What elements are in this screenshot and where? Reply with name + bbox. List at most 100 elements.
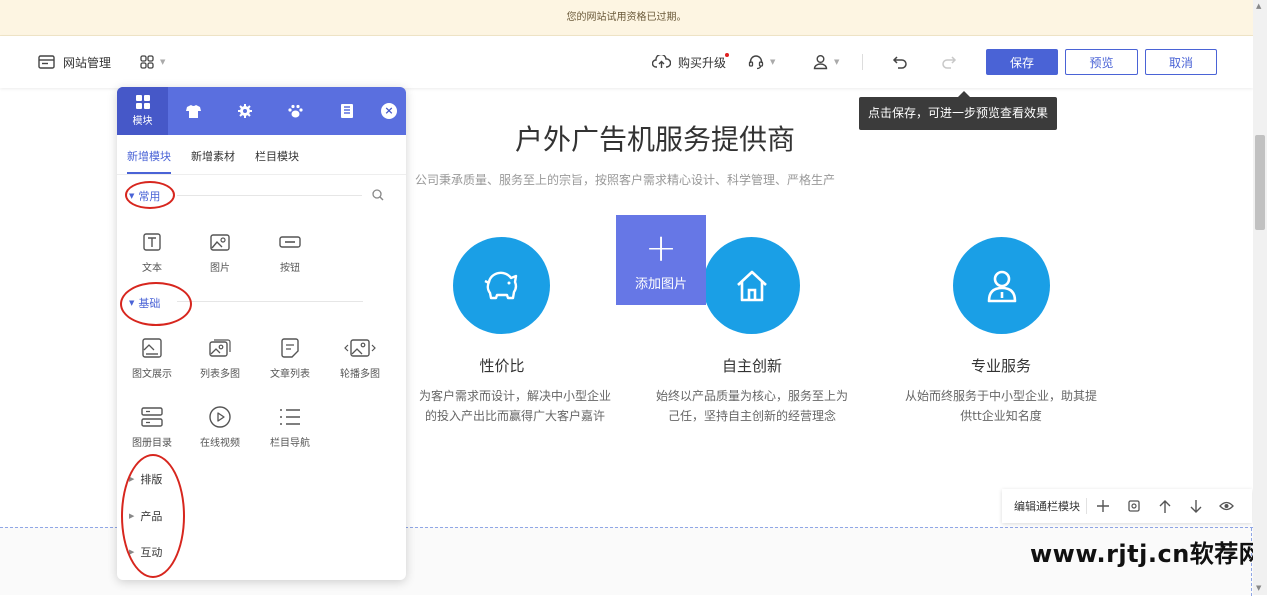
feature-desc-line: 己任，坚持自主创新的经营理念 xyxy=(667,409,836,423)
tab-pages[interactable] xyxy=(321,87,372,135)
feature-desc-1[interactable]: 为客户需求而设计，解决中小型企业 的投入产出比而赢得广大客户嘉许 xyxy=(400,386,630,426)
tool-text[interactable]: 文本 xyxy=(117,229,187,274)
feature-desc-line: 始终以产品质量为核心，服务至上为 xyxy=(655,389,848,403)
section-divider xyxy=(177,301,363,302)
move-down-button[interactable] xyxy=(1180,489,1211,523)
feature-desc-line: 的投入产出比而赢得广大客户嘉许 xyxy=(424,409,605,423)
home-icon xyxy=(736,270,767,301)
close-icon[interactable]: × xyxy=(381,103,397,119)
panel-subtabs: 新增模块 新增素材 栏目模块 xyxy=(117,135,406,175)
list-icon xyxy=(280,409,300,425)
headset-icon xyxy=(748,55,764,70)
user-icon xyxy=(813,55,828,70)
site-manage-label: 网站管理 xyxy=(63,55,112,70)
arrow-down-icon xyxy=(1190,499,1201,513)
tool-article-list[interactable]: 文章列表 xyxy=(255,335,325,380)
tool-button[interactable]: 按钮 xyxy=(255,229,325,274)
tool-carousel[interactable]: 轮播多图 xyxy=(325,335,395,380)
play-circle-icon xyxy=(209,406,231,428)
feature-circle-2[interactable] xyxy=(703,237,800,334)
eye-icon xyxy=(1219,501,1234,511)
section-divider xyxy=(177,195,362,196)
page-scrollbar[interactable]: ▲ ▼ xyxy=(1253,0,1267,595)
redo-button[interactable] xyxy=(941,36,957,88)
panel-header: 模块 × xyxy=(117,87,406,135)
button-icon xyxy=(279,236,301,248)
tab-modules[interactable]: 模块 xyxy=(117,87,168,135)
tooltip-text: 点击保存，可进一步预览查看效果 xyxy=(867,106,1048,120)
undo-button[interactable] xyxy=(892,36,908,88)
feature-title-2[interactable]: 自主创新 xyxy=(702,355,802,376)
tool-label: 栏目导航 xyxy=(270,438,310,449)
tool-label: 轮播多图 xyxy=(340,369,380,380)
tool-image[interactable]: 图片 xyxy=(185,229,255,274)
tool-column-nav[interactable]: 栏目导航 xyxy=(255,404,325,449)
visibility-button[interactable] xyxy=(1211,489,1242,523)
text-icon xyxy=(143,233,161,251)
tool-label: 按钮 xyxy=(280,263,300,274)
add-section-button[interactable] xyxy=(1087,489,1118,523)
page-title[interactable]: 户外广告机服务提供商 xyxy=(420,118,890,158)
account-menu[interactable]: ▼ xyxy=(813,36,839,88)
save-button[interactable]: 保存 xyxy=(986,49,1058,75)
apps-grid-menu[interactable]: ▼ xyxy=(140,36,165,88)
cancel-button[interactable]: 取消 xyxy=(1145,49,1217,75)
tool-label: 图片 xyxy=(210,263,230,274)
feature-circle-1[interactable] xyxy=(453,237,550,334)
redo-icon xyxy=(942,56,957,69)
scroll-down-arrow-icon[interactable]: ▼ xyxy=(1256,584,1261,592)
feature-desc-2[interactable]: 始终以产品质量为核心，服务至上为 己任，坚持自主创新的经营理念 xyxy=(637,386,867,426)
site-manage-menu[interactable]: 网站管理 xyxy=(38,36,111,88)
arrow-up-icon xyxy=(1159,499,1170,513)
scrollbar-thumb[interactable] xyxy=(1255,135,1265,230)
tool-online-video[interactable]: 在线视频 xyxy=(185,404,255,449)
gear-icon xyxy=(237,104,252,118)
edit-section-label[interactable]: 编辑通栏模块 xyxy=(1014,498,1080,514)
add-image-label: 添加图片 xyxy=(634,276,687,292)
page-list-icon xyxy=(340,104,353,118)
toolbar-divider xyxy=(862,54,863,70)
banner-text: 您的网站试用资格已过期。 xyxy=(566,12,687,23)
image-icon xyxy=(210,233,230,251)
tool-label: 图册目录 xyxy=(132,438,172,449)
editor-topbar: 网站管理 ▼ 购买升级 ▼ ▼ 保存 预览 取消 xyxy=(0,36,1253,88)
buy-upgrade-button[interactable]: 购买升级 xyxy=(652,36,729,88)
tool-list-images[interactable]: 列表多图 xyxy=(185,335,255,380)
trial-expired-banner: 您的网站试用资格已过期。 xyxy=(0,0,1253,36)
subtab-new-module[interactable]: 新增模块 xyxy=(127,148,171,174)
feature-title-3[interactable]: 专业服务 xyxy=(951,355,1051,376)
feature-desc-line: 为客户需求而设计，解决中小型企业 xyxy=(418,389,611,403)
tab-theme[interactable] xyxy=(168,87,219,135)
multi-image-icon xyxy=(209,339,231,357)
chevron-down-icon: ▼ xyxy=(770,58,776,66)
section-style-button[interactable] xyxy=(1118,489,1149,523)
feature-title-1[interactable]: 性价比 xyxy=(452,355,552,376)
tool-album[interactable]: 图册目录 xyxy=(117,404,187,449)
move-up-button[interactable] xyxy=(1149,489,1180,523)
add-image-placeholder[interactable]: + 添加图片 xyxy=(616,215,706,305)
album-icon xyxy=(141,407,163,427)
section-edit-toolbar: 编辑通栏模块 xyxy=(1002,489,1252,523)
annotation-ellipse-common xyxy=(125,181,175,209)
carousel-icon xyxy=(344,339,376,357)
tab-settings[interactable] xyxy=(219,87,270,135)
plus-icon: + xyxy=(645,225,677,270)
chevron-down-icon: ▼ xyxy=(160,58,166,66)
tab-modules-label: 模块 xyxy=(132,116,153,127)
site-watermark: www.rjtj.cn软荐网 xyxy=(1030,540,1264,568)
tool-label: 在线视频 xyxy=(200,438,240,449)
subtab-new-material[interactable]: 新增素材 xyxy=(191,148,235,174)
feature-circle-3[interactable] xyxy=(953,237,1050,334)
tab-plugins[interactable] xyxy=(270,87,321,135)
tool-image-text[interactable]: 图文展示 xyxy=(117,335,187,380)
user-icon xyxy=(987,270,1016,302)
grid-icon xyxy=(140,55,154,69)
search-icon[interactable] xyxy=(372,189,384,201)
page-subtitle[interactable]: 公司秉承质量、服务至上的宗旨，按照客户需求精心设计、科学管理、严格生产 xyxy=(410,171,840,188)
feature-desc-3[interactable]: 从始而终服务于中小型企业，助其提 供tt企业知名度 xyxy=(886,386,1116,426)
support-menu[interactable]: ▼ xyxy=(748,36,775,88)
style-icon xyxy=(1127,500,1140,512)
preview-button[interactable]: 预览 xyxy=(1065,49,1138,75)
scroll-up-arrow-icon[interactable]: ▲ xyxy=(1256,2,1261,10)
subtab-column-module[interactable]: 栏目模块 xyxy=(255,148,299,174)
